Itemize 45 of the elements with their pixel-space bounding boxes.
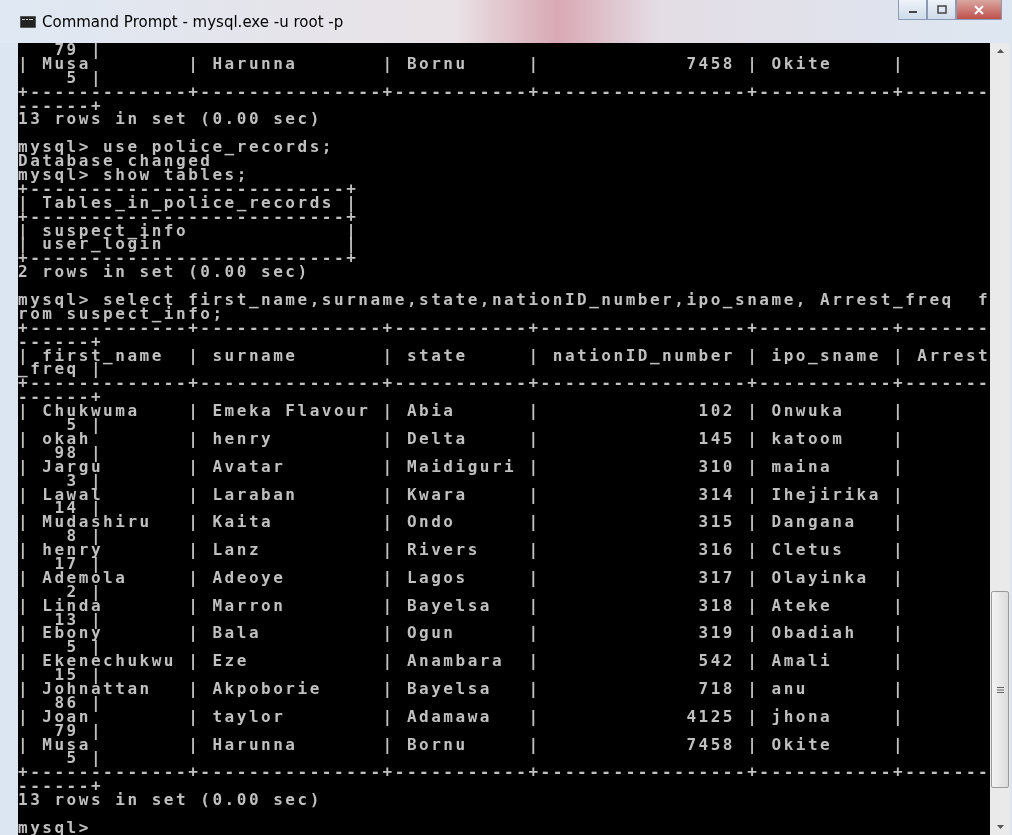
console-line: ------+ xyxy=(18,390,104,405)
console-line: 13 rows in set (0.00 sec) xyxy=(18,112,322,127)
window-title: Command Prompt - mysql.exe -u root -p xyxy=(42,12,344,31)
console-line: | Ademola | Adeoye | Lagos | 317 | Olayinka | xyxy=(18,570,906,585)
console-line: 86 | xyxy=(54,695,104,710)
console-line: | Linda | Marron | Bayelsa | 318 | Ateke | xyxy=(18,598,906,613)
console-line: 79 | xyxy=(54,43,104,57)
console-line: +-------------+---------------+-----------+-----------------+-----------+------- xyxy=(18,765,990,780)
console-line: Database changed xyxy=(18,154,213,168)
console-line: | Ekenechukwu | Eze | Anambara | 542 | Amali | xyxy=(18,654,906,669)
console-line: ------+ xyxy=(18,98,104,113)
console-line: 79 | xyxy=(54,723,104,738)
console-line: 5 | xyxy=(66,70,104,85)
console-line: | Jargu | Avatar | Maidiguri | 310 | maina | xyxy=(18,459,906,474)
close-button[interactable] xyxy=(956,0,1002,20)
console-line: | Chukwuma | Emeka Flavour | Abia | 102 | Onwuka | xyxy=(18,404,906,419)
console-line: | Mudashiru | Kaita | Ondo | 315 | Dangana | xyxy=(18,515,906,530)
grip-icon xyxy=(996,686,1004,693)
console-line: mysql> select first_name,surname,state,nationID_number,ipo_sname, Arrest_freq f xyxy=(18,293,990,307)
console-line: 13 rows in set (0.00 sec) xyxy=(18,793,322,807)
maximize-button[interactable] xyxy=(927,0,956,20)
console-line: | first_name | surname | state | nationID_number | ipo_sname | Arrest xyxy=(18,348,990,363)
console-line: 5 | xyxy=(66,418,104,432)
console-line: 14 | xyxy=(54,501,104,516)
console-line: 5 | xyxy=(66,640,104,655)
console-line: 8 | xyxy=(66,529,104,544)
console-line: 15 | xyxy=(54,668,104,682)
console-line: 5 | xyxy=(66,751,104,766)
console-line: 13 | xyxy=(54,612,104,627)
console-line: ------+ xyxy=(18,334,104,349)
console-line: | Ebony | Bala | Ogun | 319 | Obadiah | xyxy=(18,626,906,641)
console-line: ------+ xyxy=(18,779,104,794)
minimize-button[interactable] xyxy=(898,0,927,20)
console-line: | Johnattan | Akpoborie | Bayelsa | 718 | anu | xyxy=(18,681,906,696)
console-icon xyxy=(20,15,36,28)
console-line: 2 rows in set (0.00 sec) xyxy=(18,265,310,280)
console-line: mysql> use police_records; xyxy=(18,140,334,155)
scroll-thumb[interactable] xyxy=(991,591,1009,788)
console-line: 98 | xyxy=(54,445,104,460)
maximize-icon xyxy=(935,4,948,15)
console-line: | henry | Lanz | Rivers | 316 | Cletus | xyxy=(18,543,906,557)
scrollbar[interactable] xyxy=(990,43,1010,835)
console-line: | Lawal | Laraban | Kwara | 314 | Ihejirika | xyxy=(18,487,906,502)
close-icon xyxy=(972,4,986,15)
console-line: 2 | xyxy=(66,584,104,599)
